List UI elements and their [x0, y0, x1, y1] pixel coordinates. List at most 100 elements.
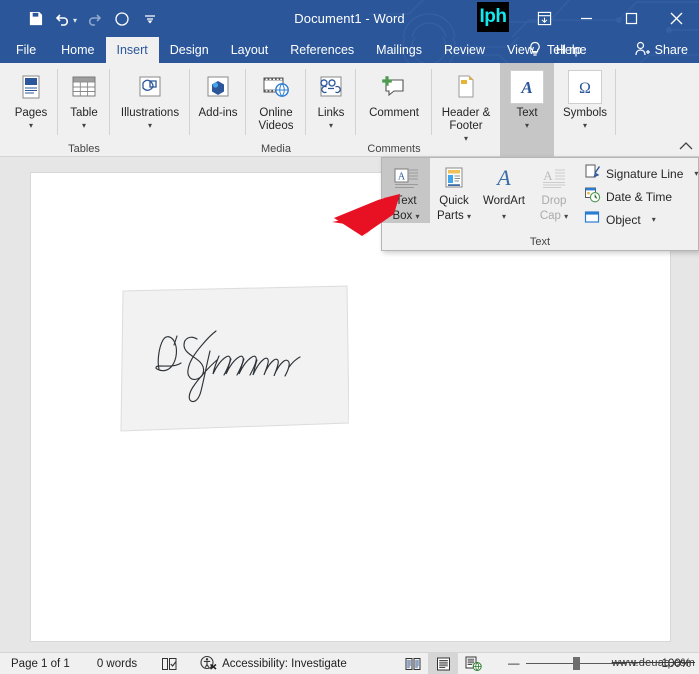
- ribbon-group-illustrations[interactable]: Illustrations ▾: [110, 63, 190, 157]
- ribbon-group-add-ins[interactable]: Add-ins: [190, 63, 246, 157]
- lightbulb-icon: [528, 41, 542, 60]
- ribbon-label-table: Table: [70, 107, 98, 119]
- signature-line-button[interactable]: Signature Line ▾: [582, 162, 698, 185]
- quick-parts-icon: [439, 163, 469, 193]
- tab-review[interactable]: Review: [433, 37, 496, 63]
- chevron-down-icon[interactable]: ▾: [502, 212, 506, 221]
- group-label-media: Media: [261, 143, 291, 155]
- tab-layout[interactable]: Layout: [220, 37, 280, 63]
- zoom-out-button[interactable]: —: [508, 658, 520, 670]
- share-button[interactable]: Share: [635, 37, 688, 63]
- text-box-button[interactable]: A Text Box ▾: [382, 158, 430, 223]
- date-time-icon: [584, 186, 601, 208]
- accessibility-status[interactable]: Accessibility: Investigate: [200, 655, 347, 673]
- ribbon-label-add-ins: Add-ins: [198, 107, 238, 119]
- window-controls: [564, 0, 699, 37]
- minimize-button[interactable]: [564, 0, 609, 37]
- chevron-down-icon[interactable]: ▾: [694, 169, 698, 178]
- share-label: Share: [654, 43, 688, 57]
- drop-cap-icon: A: [539, 163, 569, 193]
- omega-icon: Ω: [568, 70, 602, 104]
- wordart-label: WordArt: [483, 195, 525, 207]
- svg-text:A: A: [543, 168, 553, 183]
- ribbon-label-online-videos: Online Videos: [258, 107, 294, 132]
- online-video-icon: [259, 70, 293, 104]
- group-label-comments: Comments: [367, 143, 421, 155]
- ribbon-label-pages: Pages: [14, 107, 48, 119]
- chevron-down-icon[interactable]: ▾: [82, 121, 86, 130]
- ribbon-group-text[interactable]: A Text ▾: [500, 63, 554, 157]
- date-time-button[interactable]: Date & Time: [582, 185, 698, 208]
- chevron-down-icon[interactable]: ▾: [29, 121, 33, 130]
- chevron-down-icon[interactable]: ▾: [583, 121, 587, 130]
- drop-cap-label-line1: Drop: [541, 195, 567, 207]
- header-footer-icon: [449, 70, 483, 104]
- word-count[interactable]: 0 words: [97, 658, 137, 670]
- object-label: Object: [606, 212, 641, 227]
- person-add-icon: [635, 41, 651, 59]
- web-layout-button[interactable]: [458, 653, 488, 674]
- svg-text:Ω: Ω: [579, 80, 591, 97]
- text-dropdown-buttons: A Text Box ▾ Quick Parts ▾ A WordArt ▾ A…: [382, 158, 578, 223]
- ribbon: Pages ▾ Table ▾ Tables Illustrations ▾ A…: [0, 63, 699, 157]
- ribbon-label-text: Text: [516, 107, 538, 119]
- tab-home[interactable]: Home: [50, 37, 105, 63]
- collapse-ribbon-button[interactable]: [679, 141, 693, 154]
- text-group-dropdown-panel: A Text Box ▾ Quick Parts ▾ A WordArt ▾ A…: [381, 157, 699, 251]
- print-layout-button[interactable]: [428, 653, 458, 674]
- ribbon-group-pages[interactable]: Pages ▾: [4, 63, 58, 157]
- chevron-down-icon[interactable]: ▾: [564, 212, 568, 221]
- ribbon-group-symbols[interactable]: Ω Symbols ▾: [554, 63, 616, 157]
- object-button[interactable]: Object ▾: [582, 208, 698, 231]
- tab-insert[interactable]: Insert: [105, 37, 159, 63]
- ribbon-group-online-videos[interactable]: Online Videos Media: [246, 63, 306, 157]
- shapes-icon: [133, 70, 167, 104]
- signature-image[interactable]: [119, 283, 349, 433]
- ribbon-group-header-footer[interactable]: Header & Footer ▾: [432, 63, 500, 157]
- chevron-down-icon[interactable]: ▾: [329, 121, 333, 130]
- text-a-icon: A: [510, 70, 544, 104]
- chevron-down-icon[interactable]: ▾: [464, 134, 468, 143]
- link-icon: [314, 70, 348, 104]
- text-box-label-line2: Box ▾: [392, 210, 420, 222]
- ribbon-group-comment[interactable]: Comment Comments: [356, 63, 432, 157]
- chevron-down-icon[interactable]: ▾: [652, 215, 656, 224]
- chevron-down-icon[interactable]: ▾: [148, 121, 152, 130]
- wordart-button[interactable]: A WordArt ▾: [478, 158, 530, 223]
- title-bar: ▾ Document1 - Word Iph: [0, 0, 699, 37]
- chevron-down-icon[interactable]: ▾: [467, 212, 471, 221]
- object-icon: [584, 209, 601, 231]
- zoom-slider[interactable]: [525, 657, 626, 670]
- proofing-icon[interactable]: [161, 657, 178, 671]
- ribbon-group-table[interactable]: Table ▾ Tables: [58, 63, 110, 157]
- tell-me-box[interactable]: Tell me: [528, 37, 587, 63]
- view-buttons: [398, 653, 488, 674]
- quick-parts-label-line2: Parts ▾: [436, 210, 472, 222]
- tab-file[interactable]: File: [0, 37, 50, 63]
- ribbon-display-options-button[interactable]: [524, 0, 564, 37]
- zoom-slider-thumb[interactable]: [572, 657, 580, 670]
- page-indicator[interactable]: Page 1 of 1: [11, 658, 70, 670]
- new-comment-icon: [377, 70, 411, 104]
- accessibility-icon: [200, 655, 217, 673]
- ribbon-label-illustrations: Illustrations: [120, 107, 180, 119]
- chevron-down-icon[interactable]: ▾: [525, 121, 529, 130]
- drop-cap-button[interactable]: A Drop Cap ▾: [530, 158, 578, 223]
- ribbon-label-header-footer: Header & Footer: [441, 107, 491, 132]
- wordart-icon: A: [489, 163, 519, 193]
- table-icon: [67, 70, 101, 104]
- svg-text:A: A: [495, 165, 511, 190]
- tab-references[interactable]: References: [279, 37, 365, 63]
- restore-button[interactable]: [609, 0, 654, 37]
- tab-mailings[interactable]: Mailings: [365, 37, 433, 63]
- close-button[interactable]: [654, 0, 699, 37]
- wordart-caret-row: ▾: [502, 210, 506, 223]
- tell-me-label: Tell me: [547, 43, 587, 57]
- read-mode-button[interactable]: [398, 653, 428, 674]
- signature-line-label: Signature Line: [606, 166, 684, 181]
- chevron-down-icon[interactable]: ▾: [416, 212, 420, 221]
- text-dropdown-rows: Signature Line ▾ Date & Time Object ▾: [582, 162, 698, 231]
- ribbon-group-links[interactable]: Links ▾: [306, 63, 356, 157]
- quick-parts-button[interactable]: Quick Parts ▾: [430, 158, 478, 223]
- tab-design[interactable]: Design: [159, 37, 220, 63]
